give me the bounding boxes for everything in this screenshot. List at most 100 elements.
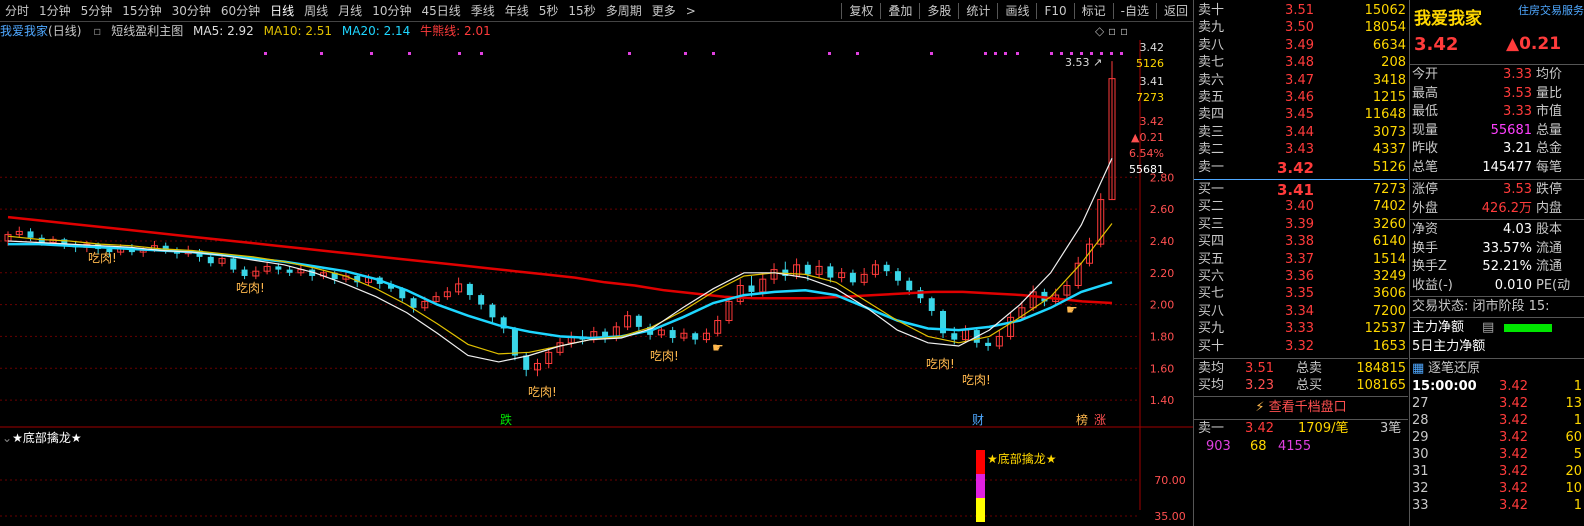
sell-label: 卖十 [1198,3,1225,18]
period-tab[interactable]: 日线 [265,0,299,21]
period-tab[interactable]: 5分钟 [76,0,118,21]
sell-row[interactable]: 卖二 3.43 4337 [1194,141,1408,159]
overlay-value: 5126 [1136,57,1164,70]
tick-price: 3.42 [1499,413,1528,428]
lightning-icon: ⚡ [1255,400,1269,415]
buy-row[interactable]: 买二 3.40 7402 [1194,198,1408,216]
period-tab[interactable]: 月线 [333,0,367,21]
quote-row: 净资 4.03 股本 [1410,221,1584,239]
tick-time: 29 [1412,430,1429,445]
period-tab[interactable]: 60分钟 [216,0,265,21]
tick-title-row[interactable]: ▦ 逐笔还原 [1410,360,1584,378]
buy-row[interactable]: 买七 3.35 3606 [1194,285,1408,303]
period-tab[interactable]: 分时 [0,0,34,21]
signal-dot [458,52,461,55]
toolbar-action-button[interactable]: 画线 [1000,0,1034,21]
more-chevron-icon[interactable]: > [681,0,701,21]
quote-label-2: 总量 [1536,122,1563,138]
toolbar-action-button[interactable]: 复权 [844,0,878,21]
period-tab[interactable]: 周线 [299,0,333,21]
sell-row[interactable]: 卖九 3.50 18054 [1194,19,1408,37]
period-tab[interactable]: 年线 [500,0,534,21]
book-divider [1194,358,1408,359]
buy-row[interactable]: 买三 3.39 3260 [1194,216,1408,234]
tick-time: 27 [1412,396,1429,411]
buy-row[interactable]: 买八 3.34 7200 [1194,303,1408,321]
expand-icon[interactable]: ▫ [93,24,101,38]
period-tab[interactable]: 45日线 [416,0,465,21]
toolbar-action-button[interactable]: 叠加 [883,0,917,21]
quote-row: 涨停 3.53 跌停 [1410,181,1584,199]
sell-row[interactable]: 卖三 3.44 3073 [1194,124,1408,142]
period-tab[interactable]: 15分钟 [117,0,166,21]
quote-row: 总笔 145477 每笔 [1410,159,1584,177]
period-tab[interactable]: 15秒 [563,0,600,21]
thousand-depth-button[interactable]: ⚡ 查看千档盘口 [1194,398,1408,418]
period-tab[interactable]: 1分钟 [34,0,76,21]
stock-name[interactable]: 我爱我家 [0,24,48,38]
chart-area[interactable]: 2.80 2.60 2.40 2.20 2.00 1.80 1.60 1.40 3.42 5126… [0,40,1193,523]
sell-row[interactable]: 卖四 3.45 11648 [1194,106,1408,124]
quote-divider [1410,296,1584,297]
avg-buy-price: 3.23 [1245,378,1274,393]
sell-row[interactable]: 卖十 3.51 15062 [1194,2,1408,20]
buy-row[interactable]: 买五 3.37 1514 [1194,251,1408,269]
period-tab[interactable]: 10分钟 [367,0,416,21]
period-tab[interactable]: 更多 [647,0,681,21]
toolbar-action-button[interactable]: -自选 [1116,0,1154,21]
sell-row[interactable]: 卖七 3.48 208 [1194,54,1408,72]
buy-row[interactable]: 买一 3.41 7273 [1194,181,1408,199]
sub-indicator-label: ★底部擒龙★ [987,451,1057,466]
candle-body [511,328,518,356]
stock-name[interactable]: 我爱我家 [1414,4,1482,29]
toolbar-action-button[interactable]: 返回 [1159,0,1193,21]
industry-badge[interactable]: 住房交易服务 [1518,2,1584,18]
quote-label: 现量 [1412,122,1439,138]
flow-menu-icon[interactable]: ▤ [1482,319,1494,337]
period-tab[interactable]: 季线 [466,0,500,21]
sell-row[interactable]: 卖六 3.47 3418 [1194,72,1408,90]
ma20-value: MA20: 2.14 [341,24,411,38]
tick-volume: 1 [1573,498,1582,513]
last-price: 3.42 [1414,34,1459,55]
sell-price: 3.42 [1276,158,1314,177]
period-tab[interactable]: 30分钟 [167,0,216,21]
period-tab[interactable]: 5秒 [534,0,564,21]
ma-white-line [7,157,1113,363]
candle-body [523,355,530,370]
toolbar-action-button[interactable]: 多股 [922,0,956,21]
toolbar-action-button[interactable]: 统计 [961,0,995,21]
quote-label-2: 量比 [1536,85,1563,101]
buy-volume: 12537 [1364,321,1406,337]
total-buy-value: 108165 [1356,378,1406,393]
buy-row[interactable]: 买六 3.36 3249 [1194,268,1408,286]
indicator-name[interactable]: 短线盈利主图 [111,24,183,38]
tick-volume: 60 [1565,430,1582,445]
signal-dot [264,52,267,55]
sell-volume: 4337 [1372,142,1406,158]
sell-row[interactable]: 卖一 3.42 5126 [1194,159,1408,177]
toolbar-action-button[interactable]: 标记 [1077,0,1111,21]
candle-body [894,271,901,281]
sell-price: 3.45 [1285,107,1314,123]
buy-row[interactable]: 买四 3.38 6140 [1194,233,1408,251]
sell-row[interactable]: 卖八 3.49 6634 [1194,37,1408,55]
sell-row[interactable]: 卖五 3.46 1215 [1194,89,1408,107]
buy-row[interactable]: 买十 3.32 1653 [1194,338,1408,356]
quote-value: 426.2万 [1481,200,1532,216]
event-marker: 跌 [500,412,512,427]
signal-dot [1110,52,1113,55]
period-tab[interactable]: 多周期 [601,0,647,21]
toolbar-action-button[interactable]: F10 [1039,0,1071,21]
buy-label: 买六 [1198,269,1225,284]
buy-volume: 7200 [1372,303,1406,319]
queue-label: 卖一 [1198,421,1225,436]
chart-settings-icons[interactable]: ◇ ▫ ▫ [1095,24,1128,38]
tick-toggle-icon[interactable]: ▦ [1412,360,1424,378]
price-chart[interactable]: 2.802.602.402.202.001.801.601.403.425126… [0,40,1193,526]
buy-label: 买十 [1198,338,1225,354]
book-divider [1194,396,1408,397]
buy-row[interactable]: 买九 3.33 12537 [1194,320,1408,338]
candle-body [906,280,913,291]
tick-time: 32 [1412,481,1429,496]
